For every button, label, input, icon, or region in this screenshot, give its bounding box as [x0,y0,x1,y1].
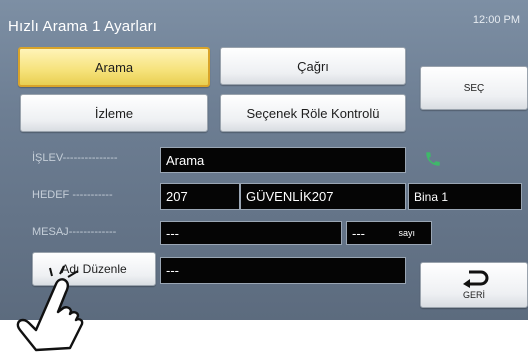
mesaj-label: MESAJ------------- [32,226,117,238]
geri-button[interactable]: GERİ [420,262,528,308]
cagri-button[interactable]: Çağrı [220,47,406,85]
izleme-button[interactable]: İzleme [20,94,208,132]
phone-icon [426,152,440,166]
secenek-role-kontrolu-button[interactable]: Seçenek Röle Kontrolü [220,94,406,132]
name-field[interactable]: --- [160,257,406,284]
sec-button[interactable]: SEÇ [420,66,528,110]
mesaj-count-field[interactable]: --- sayı [346,221,432,245]
hedef-number-field[interactable]: 207 [160,183,240,210]
islev-field[interactable]: Arama [160,147,406,173]
islev-label: İŞLEV--------------- [32,152,118,164]
mesaj-unit: sayı [398,228,415,238]
mesaj-count-value: --- [352,225,365,241]
hedef-name-field[interactable]: GÜVENLİK207 [240,183,406,210]
page-title: Hızlı Arama 1 Ayarları [8,18,158,35]
hedef-bina-field[interactable]: Bina 1 [408,183,522,210]
back-arrow-icon [463,270,489,288]
hedef-label: HEDEF ----------- [32,189,113,201]
arama-button[interactable]: Arama [18,47,210,87]
tap-hand-icon [16,265,84,352]
clock: 12:00 PM [472,14,520,26]
mesaj-field[interactable]: --- [160,221,342,245]
geri-label: GERİ [462,290,485,300]
